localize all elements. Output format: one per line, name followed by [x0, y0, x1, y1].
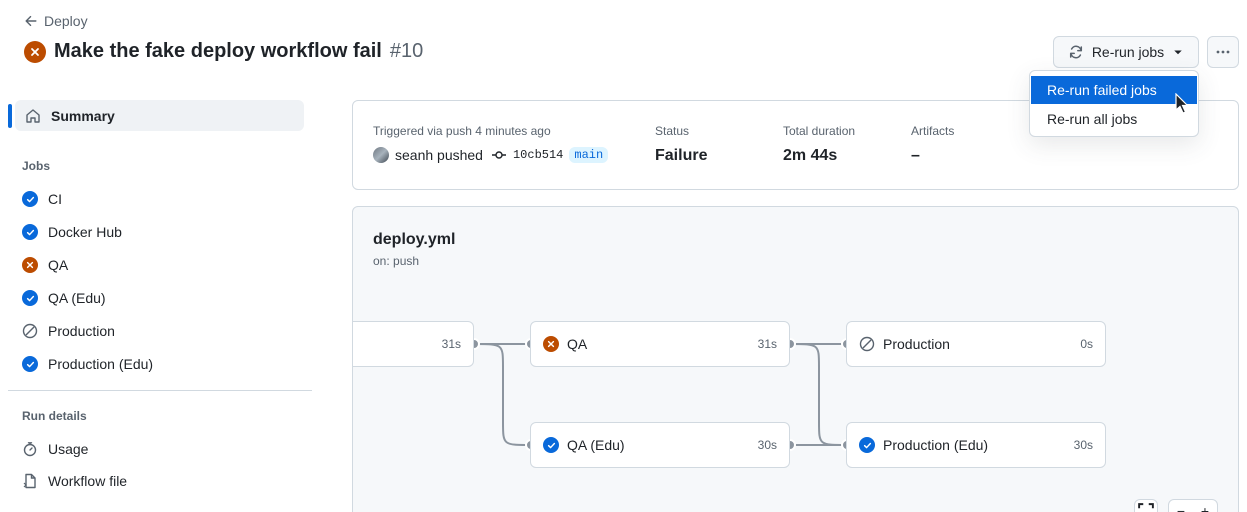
graph-connectors — [468, 338, 853, 451]
check-circle-icon — [22, 290, 38, 306]
sidebar-active-indicator — [8, 104, 12, 128]
sidebar-item-label: CI — [48, 191, 62, 207]
sidebar-item-label: QA — [48, 257, 69, 273]
job-node-duration: 30s — [1073, 438, 1093, 452]
x-circle-icon — [543, 336, 559, 352]
sidebar-divider — [8, 390, 312, 391]
menu-item-label: Re-run all jobs — [1047, 111, 1138, 127]
job-node-duration: 31s — [757, 337, 777, 351]
zoom-in-icon[interactable]: + — [1201, 503, 1209, 512]
jobs-heading: Jobs — [22, 159, 51, 173]
sidebar-item-docker-hub[interactable]: Docker Hub — [22, 222, 122, 242]
job-node-duration: 0s — [1080, 337, 1093, 351]
menu-item-rerun-all[interactable]: Re-run all jobs — [1031, 105, 1197, 133]
job-node-production-edu[interactable]: Production (Edu) 30s — [846, 422, 1106, 468]
sidebar-item-label: Docker Hub — [48, 224, 122, 240]
home-icon — [26, 108, 40, 123]
rerun-jobs-button[interactable]: Re-run jobs — [1053, 36, 1199, 68]
sidebar-item-ci[interactable]: CI — [22, 189, 62, 209]
connector-line — [473, 343, 532, 446]
trigger-details: seanh pushed 10cb514 main — [373, 147, 609, 163]
menu-item-rerun-failed[interactable]: Re-run failed jobs — [1031, 76, 1197, 104]
job-node-production[interactable]: Production 0s — [846, 321, 1106, 367]
back-link[interactable]: Deploy — [24, 13, 88, 29]
job-node-label: QA (Edu) — [567, 437, 625, 453]
run-title-row: Make the fake deploy workflow fail #10 — [24, 40, 423, 63]
job-node-qa[interactable]: QA 31s — [530, 321, 790, 367]
skip-icon — [859, 336, 875, 352]
sidebar-item-summary[interactable]: Summary — [15, 100, 304, 131]
run-details-heading: Run details — [22, 409, 87, 423]
sidebar-item-production-edu[interactable]: Production (Edu) — [22, 354, 153, 374]
x-circle-icon — [22, 257, 38, 273]
actor-text[interactable]: seanh pushed — [395, 147, 483, 163]
duration-label: Total duration — [783, 124, 856, 138]
sidebar-item-label: Workflow file — [48, 473, 128, 489]
sidebar-item-label: QA (Edu) — [48, 290, 106, 306]
check-circle-icon — [22, 224, 38, 240]
git-commit-icon — [491, 151, 506, 159]
sidebar-item-workflow-file[interactable]: Workflow file — [22, 471, 127, 491]
connector-line — [789, 343, 848, 446]
job-node-label: Production — [883, 336, 950, 352]
run-title: Make the fake deploy workflow fail — [54, 40, 382, 62]
job-node-duration: 31s — [441, 337, 461, 351]
sidebar-item-label: Usage — [48, 441, 89, 457]
sync-icon — [1069, 45, 1082, 59]
sidebar-item-label: Production (Edu) — [48, 356, 154, 372]
check-circle-icon — [543, 437, 559, 453]
artifacts-label: Artifacts — [911, 124, 955, 138]
menu-item-label: Re-run failed jobs — [1047, 82, 1157, 98]
status-label: Status — [655, 124, 690, 138]
sidebar-item-production[interactable]: Production — [22, 321, 115, 341]
stopwatch-icon — [23, 442, 37, 457]
screen-full-icon — [1138, 503, 1154, 509]
more-options-button[interactable] — [1207, 36, 1239, 68]
branch-label[interactable]: main — [569, 147, 609, 163]
trigger-label: Triggered via push 4 minutes ago — [373, 124, 551, 138]
failure-status-icon — [24, 40, 46, 63]
avatar[interactable] — [373, 147, 389, 163]
commit-sha[interactable]: 10cb514 — [513, 148, 563, 162]
sidebar-item-qa-edu[interactable]: QA (Edu) — [22, 288, 106, 308]
job-node-label: Production (Edu) — [883, 437, 989, 453]
job-node-duration: 30s — [757, 438, 777, 452]
check-circle-icon — [859, 437, 875, 453]
sidebar-item-qa[interactable]: QA — [22, 255, 68, 275]
rerun-dropdown-menu: Re-run failed jobs Re-run all jobs — [1029, 70, 1199, 137]
run-number: #10 — [389, 40, 424, 62]
back-link-label: Deploy — [44, 13, 88, 29]
zoom-controls: − + — [1168, 499, 1218, 512]
rerun-jobs-label: Re-run jobs — [1091, 44, 1165, 60]
sidebar-item-usage[interactable]: Usage — [22, 439, 88, 459]
job-node-qa-edu[interactable]: QA (Edu) 30s — [530, 422, 790, 468]
check-circle-icon — [22, 356, 38, 372]
triangle-down-icon — [1174, 50, 1182, 55]
workflow-graph-card: deploy.yml on: push 31s QA 31s QA (Edu) … — [352, 206, 1239, 512]
kebab-horizontal-icon — [1216, 50, 1230, 54]
zoom-out-icon[interactable]: − — [1177, 503, 1185, 512]
file-icon — [23, 473, 36, 489]
duration-value: 2m 44s — [783, 147, 838, 164]
mouse-cursor-icon — [1175, 93, 1189, 114]
sidebar-item-label: Production — [48, 323, 115, 339]
artifacts-value: – — [911, 147, 920, 164]
fullscreen-button[interactable] — [1134, 499, 1158, 512]
sidebar-summary-label: Summary — [51, 107, 115, 124]
job-node-previous[interactable]: 31s — [353, 321, 474, 367]
check-circle-icon — [22, 191, 38, 207]
arrow-left-icon — [25, 15, 37, 27]
skip-icon — [22, 323, 38, 339]
status-value: Failure — [655, 147, 708, 164]
job-node-label: QA — [567, 336, 588, 352]
